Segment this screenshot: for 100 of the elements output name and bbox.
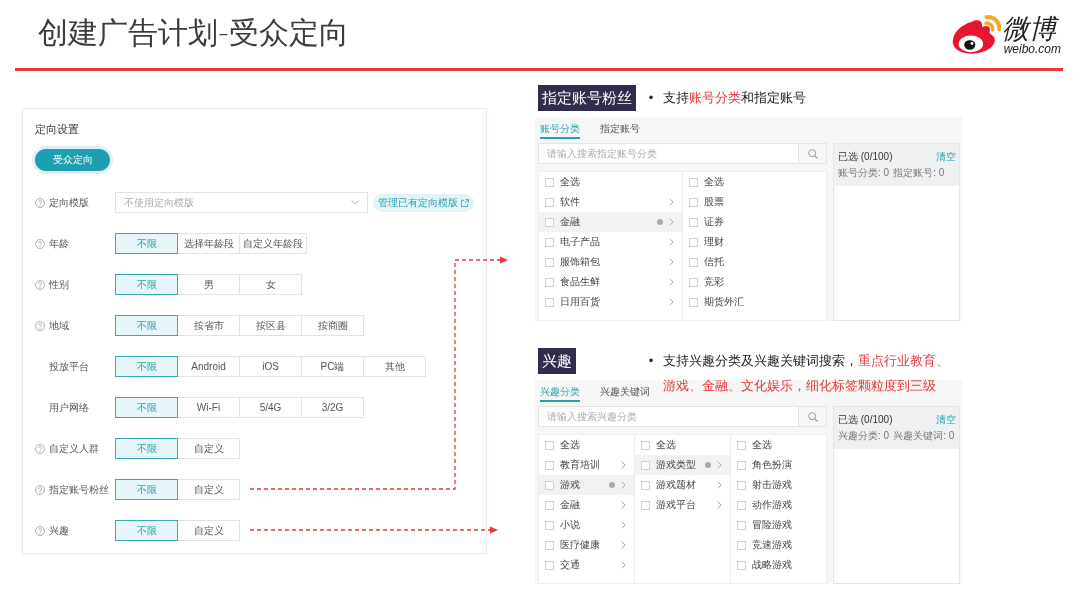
option-button[interactable]: PC端 <box>301 356 364 377</box>
category-item[interactable]: 金融 <box>539 212 682 232</box>
field-label: 地域 <box>49 318 69 333</box>
category-item[interactable]: 服饰箱包 <box>539 252 682 272</box>
option-button[interactable]: 3/2G <box>301 397 364 418</box>
checkbox[interactable] <box>545 217 554 227</box>
field-label: 投放平台 <box>49 359 89 374</box>
category-item[interactable]: 期货外汇 <box>683 292 826 312</box>
option-button[interactable]: 其他 <box>363 356 426 377</box>
help-icon[interactable] <box>35 279 45 290</box>
category-item[interactable]: 信托 <box>683 252 826 272</box>
category-item[interactable]: 全选 <box>731 435 826 455</box>
option-button[interactable]: Android <box>177 356 240 377</box>
checkbox[interactable] <box>737 560 746 570</box>
category-item[interactable]: 游戏类型 <box>635 455 730 475</box>
checkbox[interactable] <box>545 500 554 510</box>
checkbox[interactable] <box>737 460 746 470</box>
checkbox[interactable] <box>545 257 554 267</box>
category-item[interactable]: 全选 <box>539 435 634 455</box>
section-tag: 指定账号粉丝 <box>538 85 636 111</box>
checkbox[interactable] <box>641 480 650 490</box>
category-item[interactable]: 战略游戏 <box>731 555 826 575</box>
checkbox[interactable] <box>545 177 554 187</box>
category-item[interactable]: 金融 <box>539 495 634 515</box>
category-item[interactable]: 射击游戏 <box>731 475 826 495</box>
search-button[interactable] <box>799 143 827 164</box>
checkbox[interactable] <box>689 177 698 187</box>
checkbox[interactable] <box>737 500 746 510</box>
checkbox[interactable] <box>545 237 554 247</box>
category-item[interactable]: 冒险游戏 <box>731 515 826 535</box>
checkbox[interactable] <box>545 460 554 470</box>
category-item[interactable]: 证券 <box>683 212 826 232</box>
selected-count: 已选 (0/100) <box>838 413 893 427</box>
category-item[interactable]: 交通 <box>539 555 634 575</box>
help-icon[interactable] <box>35 238 45 249</box>
option-button[interactable]: 按区县 <box>239 315 302 336</box>
category-item[interactable]: 教育培训 <box>539 455 634 475</box>
category-item[interactable]: 全选 <box>539 172 682 192</box>
category-item[interactable]: 食品生鲜 <box>539 272 682 292</box>
category-item[interactable]: 软件 <box>539 192 682 212</box>
checkbox[interactable] <box>545 560 554 570</box>
option-button[interactable]: 男 <box>177 274 240 295</box>
category-item[interactable]: 日用百货 <box>539 292 682 312</box>
category-item[interactable]: 理财 <box>683 232 826 252</box>
option-button[interactable]: Wi-Fi <box>177 397 240 418</box>
checkbox[interactable] <box>545 277 554 287</box>
category-item[interactable]: 游戏题材 <box>635 475 730 495</box>
help-icon[interactable] <box>35 525 45 536</box>
category-item[interactable]: 股票 <box>683 192 826 212</box>
checkbox[interactable] <box>737 480 746 490</box>
category-item[interactable]: 竞彩 <box>683 272 826 292</box>
checkbox[interactable] <box>737 540 746 550</box>
option-button[interactable]: 女 <box>239 274 302 295</box>
option-button[interactable]: 按省市 <box>177 315 240 336</box>
checkbox[interactable] <box>545 480 554 490</box>
tab[interactable]: 兴趣关键词 <box>600 380 650 402</box>
category-item[interactable]: 游戏 <box>539 475 634 495</box>
option-button[interactable]: 5/4G <box>239 397 302 418</box>
checkbox[interactable] <box>737 440 746 450</box>
help-icon[interactable] <box>35 197 45 208</box>
checkbox[interactable] <box>689 257 698 267</box>
search-field[interactable]: 请输入搜索指定账号分类 <box>538 143 799 164</box>
checkbox[interactable] <box>641 440 650 450</box>
category-item[interactable]: 动作游戏 <box>731 495 826 515</box>
checkbox[interactable] <box>689 237 698 247</box>
search-button[interactable] <box>799 406 827 427</box>
option-button[interactable]: 自定义年龄段 <box>239 233 307 254</box>
checkbox[interactable] <box>689 217 698 227</box>
category-item[interactable]: 小说 <box>539 515 634 535</box>
checkbox[interactable] <box>689 297 698 307</box>
option-button[interactable]: iOS <box>239 356 302 377</box>
option-button[interactable]: 自定义 <box>177 479 240 500</box>
checkbox[interactable] <box>545 520 554 530</box>
checkbox[interactable] <box>737 520 746 530</box>
selected-count: 已选 (0/100) <box>838 150 893 164</box>
checkbox[interactable] <box>545 297 554 307</box>
checkbox[interactable] <box>545 197 554 207</box>
help-icon[interactable] <box>35 320 45 331</box>
checkbox[interactable] <box>689 197 698 207</box>
category-item[interactable]: 角色扮演 <box>731 455 826 475</box>
category-item[interactable]: 全选 <box>635 435 730 455</box>
category-item[interactable]: 医疗健康 <box>539 535 634 555</box>
checkbox[interactable] <box>545 440 554 450</box>
search-field[interactable]: 请输入搜索兴趣分类 <box>538 406 799 427</box>
checkbox[interactable] <box>689 277 698 287</box>
help-icon[interactable] <box>35 443 45 454</box>
external-link-icon <box>461 198 469 207</box>
category-item[interactable]: 游戏平台 <box>635 495 730 515</box>
option-button[interactable]: 自定义 <box>177 520 240 541</box>
help-icon[interactable] <box>35 484 45 495</box>
category-item[interactable]: 电子产品 <box>539 232 682 252</box>
category-item[interactable]: 竞速游戏 <box>731 535 826 555</box>
option-button[interactable]: 按商圈 <box>301 315 364 336</box>
checkbox[interactable] <box>641 460 650 470</box>
option-button[interactable]: 选择年龄段 <box>177 233 240 254</box>
option-button[interactable]: 自定义 <box>177 438 240 459</box>
checkbox[interactable] <box>545 540 554 550</box>
category-item[interactable]: 全选 <box>683 172 826 192</box>
tab[interactable]: 指定账号 <box>600 117 640 139</box>
checkbox[interactable] <box>641 500 650 510</box>
